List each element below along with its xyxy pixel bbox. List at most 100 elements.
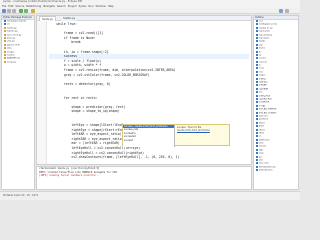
debug-icon[interactable]	[24, 9, 28, 13]
outline-item-label: rStart	[259, 129, 265, 131]
variable-icon	[256, 57, 258, 60]
variable-icon	[256, 40, 258, 43]
outline-item-label: EYE_AR_CONSEC	[259, 112, 277, 115]
explorer-item-label: setup.py	[7, 61, 17, 64]
explorer-item-label: pose.py	[7, 37, 16, 40]
explorer-item-label: hands.py	[7, 27, 17, 30]
variable-icon	[256, 138, 258, 141]
outline-item-label: imutils	[259, 145, 266, 148]
variable-icon	[256, 104, 258, 107]
outline-item-label: fileStream	[259, 139, 270, 142]
variable-icon	[256, 84, 258, 87]
variable-icon	[256, 111, 258, 114]
file-icon	[4, 50, 6, 53]
outline-item-label: leftEAR	[259, 84, 267, 87]
file-icon	[4, 26, 6, 29]
variable-icon	[256, 77, 258, 80]
outline-item-label: ap	[259, 156, 262, 159]
explorer-item-label: face_mesh.py	[7, 34, 22, 37]
outline-item-label: results	[259, 57, 266, 60]
variable-icon	[256, 33, 258, 36]
save-all-icon[interactable]	[12, 9, 16, 13]
perspective-debug-icon[interactable]	[285, 9, 289, 13]
variable-icon	[256, 131, 258, 134]
outline-item-label: args	[259, 152, 264, 155]
explorer-item[interactable]: setup.py	[2, 60, 34, 64]
file-icon	[4, 40, 6, 43]
variable-icon	[256, 26, 258, 29]
variable-icon	[256, 91, 258, 94]
variable-icon	[256, 60, 258, 63]
variable-icon	[256, 121, 258, 124]
variable-icon	[256, 94, 258, 97]
explorer-item-label: src	[7, 23, 11, 26]
folder-icon	[4, 20, 6, 22]
tab-holistic-py[interactable]: holistic.py	[61, 16, 78, 21]
perspective-pydev-icon[interactable]	[279, 9, 283, 13]
autocomplete-doc-link[interactable]: results.multi_hand_landmarks	[177, 129, 228, 132]
search-icon[interactable]	[31, 9, 35, 13]
variable-icon	[256, 36, 258, 39]
outline-item-label: rect	[259, 71, 264, 74]
outline-item-label: VideoStream	[259, 169, 273, 172]
outline-item-label: time	[259, 142, 264, 145]
code-line[interactable]: cv2.drawContours(frame, [leftEyeHull], -…	[49, 155, 249, 160]
variable-icon	[256, 159, 258, 162]
autocomplete-item[interactable]: succeed	[123, 139, 174, 142]
save-icon[interactable]	[7, 9, 11, 13]
variable-icon	[256, 108, 258, 111]
explorer-item-label: mediapipe_holistic	[7, 20, 27, 23]
outline-item[interactable]: VideoStream	[254, 169, 298, 172]
variable-icon	[256, 81, 258, 84]
outline-item-label: frame	[259, 47, 266, 50]
autocomplete-list[interactable]: success - results.multi_hand_landmarks su…	[123, 125, 175, 147]
file-icon	[4, 30, 6, 33]
status-text: Writable Insert 43 : 16 : 1071	[3, 194, 39, 197]
variable-icon	[256, 64, 258, 67]
variable-icon	[256, 135, 258, 138]
outline-item-label: numpy as np	[259, 27, 273, 30]
outline-item-label: COUNTER	[259, 101, 270, 104]
outline-item-label: detector	[259, 115, 268, 118]
outline-item-label: face_utils	[259, 162, 269, 165]
variable-icon	[256, 142, 258, 145]
file-icon	[4, 33, 6, 36]
package-explorer: PyDev Package Explorer mediapipe_holisti…	[1, 15, 35, 190]
explorer-item-label: holistic.py	[7, 30, 18, 33]
file-icon	[4, 53, 6, 56]
new-file-icon[interactable]	[2, 9, 6, 13]
variable-icon	[256, 20, 258, 22]
variable-icon	[256, 125, 258, 128]
outline-item-label: shape	[259, 74, 266, 77]
variable-icon	[256, 67, 258, 70]
outline-item-label: vs	[259, 135, 262, 138]
variable-icon	[256, 128, 258, 131]
outline-item-label: rects	[259, 67, 265, 70]
variable-icon	[256, 152, 258, 155]
explorer-item-label: README.md	[7, 57, 20, 60]
variable-icon	[256, 97, 258, 100]
outline-item-label: success	[259, 61, 268, 64]
outline-item-label: EYE_AR_THRESH	[259, 108, 277, 111]
variable-icon	[256, 169, 258, 172]
variable-icon	[256, 47, 258, 50]
variable-icon	[256, 148, 258, 151]
outline-item-label: rightEAR	[259, 88, 269, 91]
variable-icon	[256, 43, 258, 46]
file-icon	[4, 60, 6, 63]
outline-item-label: cap	[259, 44, 263, 47]
line-number-gutter	[37, 21, 47, 164]
outline-item-label: mp_drawing	[259, 34, 272, 37]
variable-icon	[256, 53, 258, 56]
toolbar	[0, 8, 300, 14]
explorer-item-label: images	[7, 51, 15, 54]
autocomplete-popup[interactable]: success - results.multi_hand_landmarks su…	[122, 124, 230, 147]
outline-item-label: dlib	[259, 149, 263, 152]
outline-item-label: mp_hands	[259, 30, 270, 33]
outline-panel: Outline cv2 mediapipe as mp numpy as np mp_…	[253, 15, 299, 190]
outline-item-label: iw	[259, 54, 262, 57]
variable-icon	[256, 114, 258, 117]
run-icon[interactable]	[19, 9, 23, 13]
outline-item-label: hands	[259, 40, 266, 43]
outline-item-label: rightEye	[259, 81, 268, 84]
